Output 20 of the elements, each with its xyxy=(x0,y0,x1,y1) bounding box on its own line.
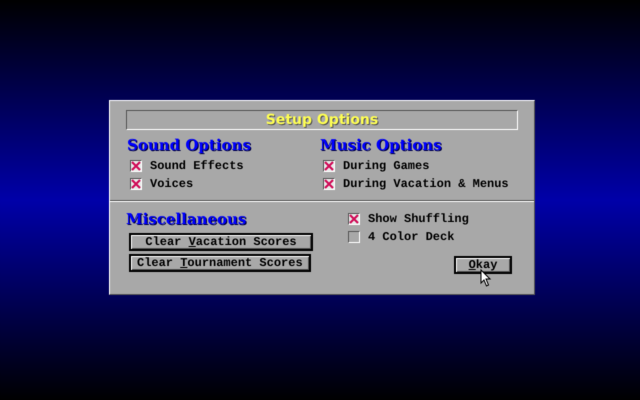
checkbox[interactable] xyxy=(130,160,142,172)
section-heading: Sound Options xyxy=(127,136,252,154)
section-heading: Miscellaneous xyxy=(126,210,248,228)
option-label: During Vacation & Menus xyxy=(343,177,509,191)
checkbox[interactable] xyxy=(323,178,335,190)
cursor-icon xyxy=(480,269,492,287)
section-heading: Music Options xyxy=(320,136,443,154)
clear-scores-button[interactable]: Clear Tournament Scores xyxy=(129,254,311,272)
checkbox[interactable] xyxy=(348,231,360,243)
option-label: Sound Effects xyxy=(150,159,244,173)
dialog-title: Setup Options xyxy=(126,110,518,130)
okay-button[interactable]: Okay xyxy=(454,256,512,274)
clear-scores-button[interactable]: Clear Vacation Scores xyxy=(129,233,313,251)
option-label: Show Shuffling xyxy=(368,212,469,226)
option-label: 4 Color Deck xyxy=(368,230,454,244)
checkbox[interactable] xyxy=(323,160,335,172)
option-label: Voices xyxy=(150,177,194,191)
option-label: During Games xyxy=(343,159,430,173)
checkbox[interactable] xyxy=(130,178,142,190)
checkbox[interactable] xyxy=(348,213,360,225)
